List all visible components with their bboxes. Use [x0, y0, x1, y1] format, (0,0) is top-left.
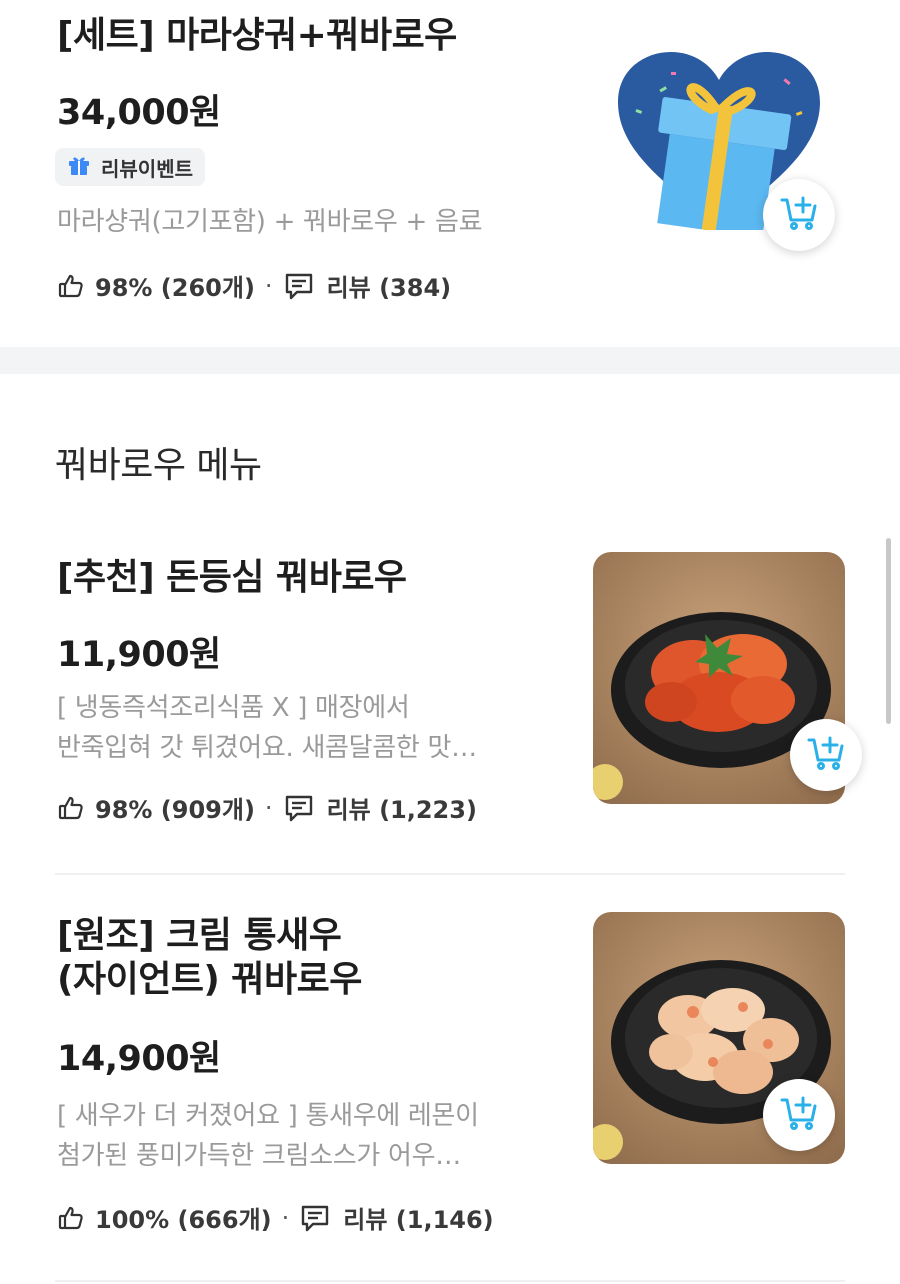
title-line: [원조] 크림 통새우	[57, 915, 342, 956]
set-item-stats: 98% (260개) · 리뷰 (384)	[57, 268, 451, 303]
menu-item-desc: [ 냉동즉석조리식품 X ] 매장에서 반죽입혀 갓 튀겼어요. 새콤달콤한 맛…	[57, 688, 477, 768]
set-item-title[interactable]: [세트] 마라샹궈+꿔바로우	[57, 14, 457, 58]
desc-line: 반죽입혀 갓 튀겼어요. 새콤달콤한 맛…	[57, 733, 477, 763]
rating-text: 98% (909개)	[95, 796, 255, 824]
section-divider	[0, 347, 900, 374]
menu-item-price: 11,900원	[57, 635, 221, 675]
badge-label: 리뷰이벤트	[101, 156, 193, 181]
title-line: (자이언트) 꿔바로우	[57, 959, 362, 1000]
menu-item-cart-button[interactable]	[790, 719, 862, 791]
set-item-cart-button[interactable]	[763, 179, 835, 251]
menu-item-desc: [ 새우가 더 커졌어요 ] 통새우에 레몬이 첨가된 풍미가득한 크림소스가 …	[57, 1096, 479, 1176]
desc-line: [ 냉동즉석조리식품 X ] 매장에서	[57, 693, 410, 723]
gift-icon	[67, 153, 91, 182]
thumbs-up-icon	[57, 272, 85, 300]
reviews-text[interactable]: 리뷰 (1,146)	[343, 1200, 493, 1235]
reviews-text[interactable]: 리뷰 (384)	[327, 268, 452, 303]
desc-line: [ 새우가 더 커졌어요 ] 통새우에 레몬이	[57, 1101, 479, 1131]
separator-dot: ·	[281, 1203, 290, 1232]
thumbs-up-icon	[57, 794, 85, 822]
rating-text: 98% (260개)	[95, 274, 255, 302]
menu-item-title[interactable]: [추천] 돈등심 꿔바로우	[57, 556, 407, 600]
set-item-price: 34,000원	[57, 93, 221, 133]
cart-add-icon	[806, 733, 846, 777]
cart-add-icon	[779, 1093, 819, 1137]
review-event-badge: 리뷰이벤트	[55, 148, 205, 186]
separator-dot: ·	[264, 793, 273, 822]
scrollbar[interactable]	[886, 538, 891, 724]
menu-item-stats: 98% (909개) · 리뷰 (1,223)	[57, 790, 477, 825]
review-icon	[299, 1202, 331, 1234]
item-divider	[55, 1280, 845, 1282]
thumbs-up-icon	[57, 1204, 85, 1232]
menu-item-price: 14,900원	[57, 1039, 221, 1079]
desc-line: 첨가된 풍미가득한 크림소스가 어우…	[57, 1141, 461, 1171]
rating-text: 100% (666개)	[95, 1206, 272, 1234]
review-icon	[283, 270, 315, 302]
menu-item-stats: 100% (666개) · 리뷰 (1,146)	[57, 1200, 494, 1235]
reviews-text[interactable]: 리뷰 (1,223)	[327, 790, 477, 825]
item-divider	[55, 873, 845, 875]
review-icon	[283, 792, 315, 824]
separator-dot: ·	[264, 271, 273, 300]
menu-item-title[interactable]: [원조] 크림 통새우 (자이언트) 꿔바로우	[57, 914, 362, 1002]
cart-add-icon	[779, 193, 819, 237]
section-title: 꿔바로우 메뉴	[55, 445, 262, 486]
menu-item-cart-button[interactable]	[763, 1079, 835, 1151]
set-item-desc: 마라샹궈(고기포함) + 꿔바로우 + 음료	[57, 207, 483, 237]
